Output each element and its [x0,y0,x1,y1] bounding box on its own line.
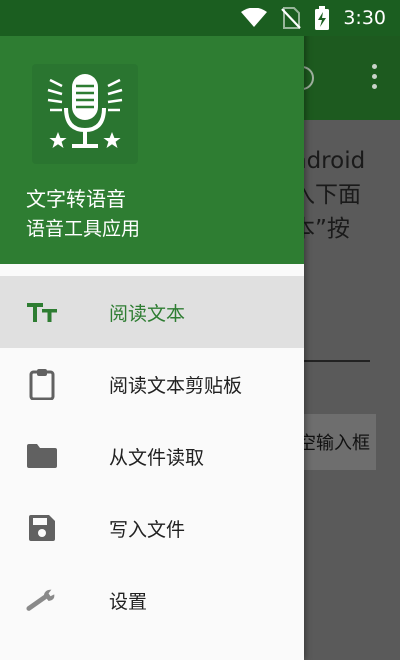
battery-charging-icon [315,6,330,30]
overflow-menu-icon [372,64,378,89]
save-icon [26,512,58,544]
status-bar: 3:30 [0,0,400,36]
text-size-icon [26,296,58,328]
menu-item-write-file[interactable]: 写入文件 [0,492,304,564]
instruction-line: 本”按 [292,216,350,242]
navigation-drawer: 文字转语音 语音工具应用 阅读文本 阅读文本剪贴板 从文件读取 写入文件 设置 [0,0,304,660]
instruction-line: 入下面 [292,182,361,208]
menu-item-label: 写入文件 [109,518,186,541]
drawer-menu: 阅读文本 阅读文本剪贴板 从文件读取 写入文件 设置 [0,276,304,636]
clear-input-button: 空输入框 [296,414,376,470]
drawer-app-subtitle: 语音工具应用 [26,218,141,240]
no-sim-icon [281,7,302,29]
drawer-header: 文字转语音 语音工具应用 [0,0,304,264]
wifi-icon [241,8,268,28]
menu-item-label: 阅读文本 [109,302,186,325]
menu-item-read-clipboard[interactable]: 阅读文本剪贴板 [0,348,304,420]
clipboard-icon [26,368,58,400]
menu-item-label: 设置 [109,590,148,613]
text-input-underline [296,360,370,362]
instruction-line: ndroid [292,148,366,174]
drawer-app-title: 文字转语音 [26,187,126,211]
wrench-icon [26,584,58,616]
menu-item-read-text[interactable]: 阅读文本 [0,276,304,348]
folder-icon [26,440,58,472]
menu-item-label: 阅读文本剪贴板 [109,374,243,397]
menu-item-read-from-file[interactable]: 从文件读取 [0,420,304,492]
instruction-text: ndroid 入下面 本”按 [292,144,400,246]
menu-item-settings[interactable]: 设置 [0,564,304,636]
menu-item-label: 从文件读取 [109,446,205,469]
status-time: 3:30 [343,7,386,29]
microphone-logo-icon [32,64,138,164]
